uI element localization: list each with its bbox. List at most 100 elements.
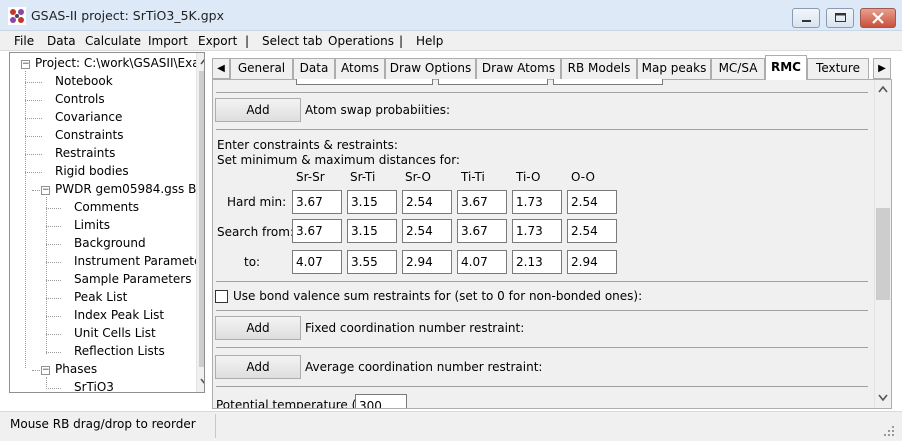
tree-item-instrument-parameters[interactable]: Instrument Parameter <box>74 254 204 269</box>
menu-select-tab[interactable]: Select tab <box>262 34 323 48</box>
tree-item-covariance[interactable]: Covariance <box>55 110 122 125</box>
to-ti-ti-input[interactable]: 4.07 <box>457 250 507 274</box>
cut-off-field[interactable] <box>296 79 433 85</box>
search-from-sr-sr-input[interactable]: 3.67 <box>292 219 342 243</box>
search-from-ti-o-input[interactable]: 1.73 <box>512 219 562 243</box>
to-sr-ti-input[interactable]: 3.55 <box>347 250 397 274</box>
pair-header: Sr-O <box>405 170 431 184</box>
tree-item-constraints[interactable]: Constraints <box>55 128 123 143</box>
add-fixed-coordination-button[interactable]: Add <box>215 316 301 340</box>
maximize-button[interactable] <box>826 8 854 28</box>
collapse-icon[interactable]: − <box>41 186 50 195</box>
scroll-down-icon[interactable] <box>200 378 205 386</box>
tree-scrollbar[interactable] <box>196 53 205 392</box>
add-atom-swap-button[interactable]: Add <box>215 98 301 122</box>
tab-mc-sa[interactable]: MC/SA <box>711 58 765 79</box>
tree-item-index-peak-list[interactable]: Index Peak List <box>74 308 164 323</box>
scroll-down-icon[interactable] <box>878 394 888 402</box>
to-sr-o-input[interactable]: 2.94 <box>402 250 452 274</box>
scroll-up-icon[interactable] <box>878 85 888 93</box>
distances-heading: Set minimum & maximum distances for: <box>217 153 460 167</box>
tab-general[interactable]: General <box>230 58 293 79</box>
close-button[interactable] <box>860 8 896 28</box>
search-from-ti-ti-input[interactable]: 3.67 <box>457 219 507 243</box>
menu-separator: | <box>245 34 250 48</box>
tree-item-limits[interactable]: Limits <box>74 218 110 233</box>
hard-min-sr-o-input[interactable]: 2.54 <box>402 190 452 214</box>
menu-help[interactable]: Help <box>416 34 443 48</box>
collapse-icon[interactable]: − <box>41 366 50 375</box>
tree-item-phase-srtio3[interactable]: SrTiO3 <box>74 380 114 392</box>
tab-map-peaks[interactable]: Map peaks <box>637 58 711 79</box>
potential-temperature-input[interactable]: 300. <box>355 394 407 408</box>
hard-min-sr-ti-input[interactable]: 3.15 <box>347 190 397 214</box>
hard-min-o-o-input[interactable]: 2.54 <box>567 190 617 214</box>
menu-file[interactable]: File <box>14 34 34 48</box>
minimize-button[interactable] <box>792 8 820 28</box>
atom-swap-label: Atom swap probabiities: <box>305 103 451 117</box>
search-from-sr-o-input[interactable]: 2.54 <box>402 219 452 243</box>
hard-min-ti-ti-input[interactable]: 3.67 <box>457 190 507 214</box>
content-scroll-thumb[interactable] <box>876 208 890 300</box>
hard-min-ti-o-input[interactable]: 1.73 <box>512 190 562 214</box>
to-o-o-input[interactable]: 2.94 <box>567 250 617 274</box>
tree-item-reflection-lists[interactable]: Reflection Lists <box>74 344 165 359</box>
tab-draw-options[interactable]: Draw Options <box>385 58 476 79</box>
tree-item-phases[interactable]: Phases <box>55 362 97 377</box>
status-text: Mouse RB drag/drop to reorder <box>10 417 196 431</box>
collapse-icon[interactable]: − <box>21 60 30 69</box>
tab-scroll-right[interactable]: ▶ <box>873 58 891 79</box>
constraints-heading: Enter constraints & restraints: <box>217 138 398 152</box>
tab-draw-atoms[interactable]: Draw Atoms <box>476 58 561 79</box>
hard-min-sr-sr-input[interactable]: 3.67 <box>292 190 342 214</box>
tree-item-restraints[interactable]: Restraints <box>55 146 115 161</box>
tree-item-notebook[interactable]: Notebook <box>55 74 113 89</box>
tab-rmc[interactable]: RMC <box>765 55 807 80</box>
tree-scroll-thumb[interactable] <box>199 71 204 367</box>
cut-off-field[interactable] <box>438 79 548 85</box>
menu-data[interactable]: Data <box>47 34 76 48</box>
cut-off-field[interactable] <box>553 79 663 85</box>
menu-export[interactable]: Export <box>198 34 237 48</box>
tree-item-sample-parameters[interactable]: Sample Parameters <box>74 272 192 287</box>
menu-calculate[interactable]: Calculate <box>85 34 141 48</box>
tree-item-rigid-bodies[interactable]: Rigid bodies <box>55 164 129 179</box>
tab-atoms[interactable]: Atoms <box>335 58 385 79</box>
bvs-restraint-label: Use bond valence sum restraints for (set… <box>233 289 643 303</box>
tab-data[interactable]: Data <box>293 58 335 79</box>
tree-root-project[interactable]: Project: C:\work\GSASII\Exar <box>35 56 204 71</box>
content-scrollbar[interactable] <box>874 80 891 408</box>
separator <box>216 129 868 130</box>
to-sr-sr-input[interactable]: 4.07 <box>292 250 342 274</box>
separator <box>216 347 868 348</box>
pair-header: Ti-O <box>516 170 541 184</box>
tree-item-controls[interactable]: Controls <box>55 92 105 107</box>
tab-bar: ◀ General Data Atoms Draw Options Draw A… <box>212 55 892 80</box>
tree-item-pwdr[interactable]: PWDR gem05984.gss Ban <box>55 182 204 197</box>
row-label-search-from: Search from: <box>217 225 295 239</box>
separator <box>216 310 868 311</box>
window-title: GSAS-II project: SrTiO3_5K.gpx <box>31 8 224 23</box>
tree-item-background[interactable]: Background <box>74 236 146 251</box>
project-tree[interactable]: − Project: C:\work\GSASII\Exar Notebook … <box>9 52 205 393</box>
to-ti-o-input[interactable]: 2.13 <box>512 250 562 274</box>
add-average-coordination-button[interactable]: Add <box>215 355 301 379</box>
scroll-up-icon[interactable] <box>200 57 205 65</box>
tab-rb-models[interactable]: RB Models <box>561 58 637 79</box>
tab-texture[interactable]: Texture <box>807 58 869 79</box>
search-from-o-o-input[interactable]: 2.54 <box>567 219 617 243</box>
pair-header: O-O <box>571 170 595 184</box>
minimize-icon <box>802 20 811 22</box>
tree-item-peak-list[interactable]: Peak List <box>74 290 127 305</box>
close-icon <box>872 12 884 24</box>
menu-import[interactable]: Import <box>148 34 188 48</box>
menu-operations[interactable]: Operations <box>328 34 394 48</box>
search-from-sr-ti-input[interactable]: 3.15 <box>347 219 397 243</box>
tree-item-unit-cells-list[interactable]: Unit Cells List <box>74 326 156 341</box>
pair-header: Sr-Ti <box>350 170 376 184</box>
tree-item-comments[interactable]: Comments <box>74 200 139 215</box>
resize-grip-icon[interactable] <box>882 424 896 438</box>
menu-separator: | <box>399 34 404 48</box>
tab-scroll-left[interactable]: ◀ <box>212 58 230 79</box>
bvs-restraint-checkbox[interactable] <box>215 290 228 303</box>
